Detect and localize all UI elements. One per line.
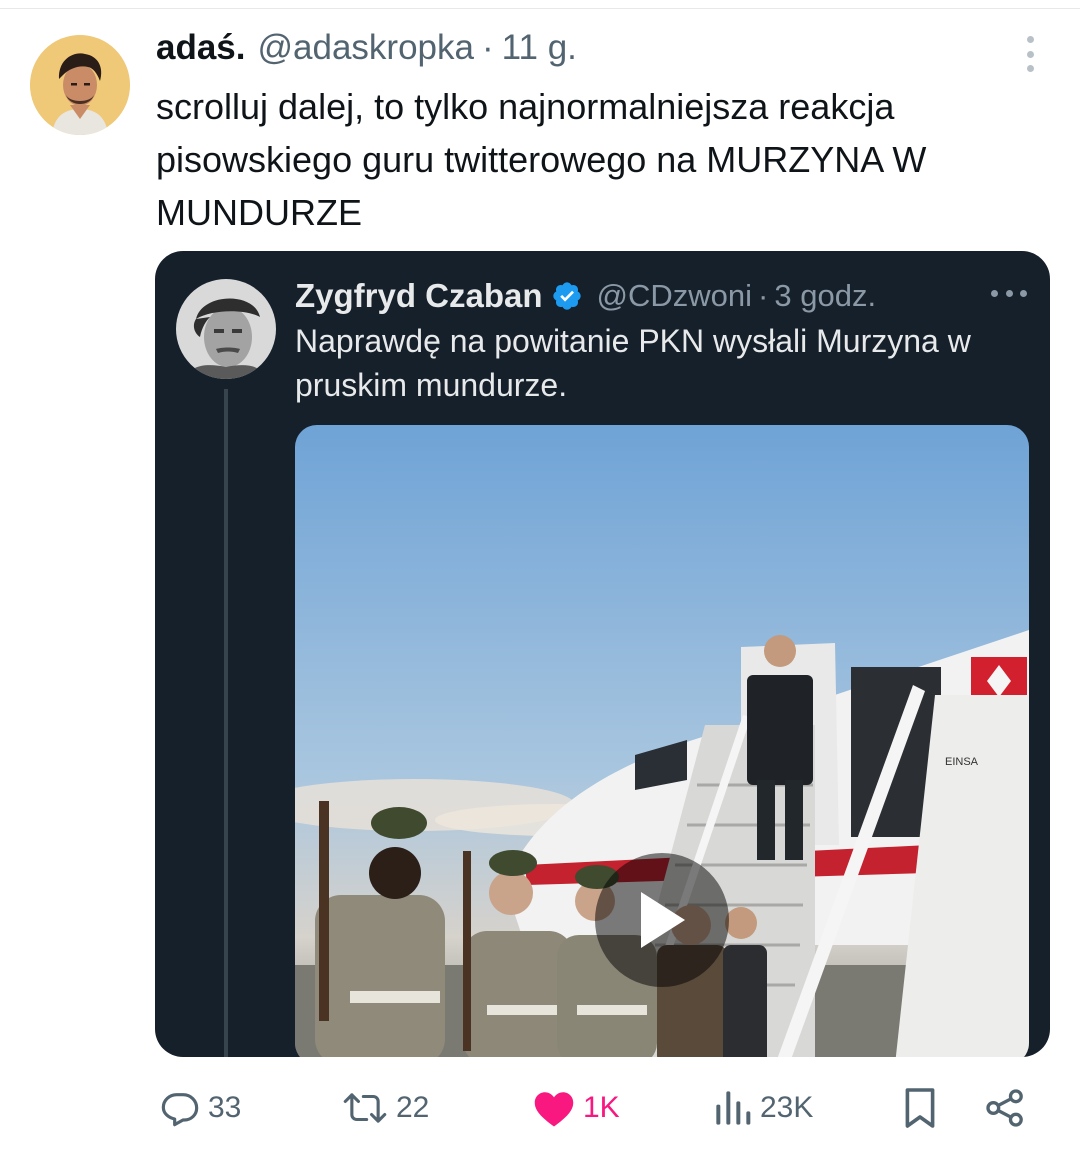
reply-icon — [161, 1093, 199, 1127]
quoted-tweet[interactable]: Zygfryd Czaban @CDzwoni · 3 godz. Napraw… — [155, 251, 1050, 1057]
tweet-header: adaś. @adaskropka · 11 g. — [156, 28, 577, 72]
quoted-timestamp[interactable]: 3 godz. — [774, 278, 876, 314]
like-button[interactable]: 1K — [533, 1082, 620, 1134]
tweet-text: scrolluj dalej, to tylko najnormalniejsz… — [156, 86, 927, 233]
retweet-icon — [343, 1093, 387, 1123]
verified-badge-icon — [552, 282, 581, 310]
retweet-button[interactable]: 22 — [342, 1082, 429, 1134]
share-button[interactable] — [985, 1082, 1025, 1134]
views-count: 23K — [760, 1091, 814, 1124]
user-handle[interactable]: @adaskropka — [258, 28, 474, 68]
quoted-avatar[interactable] — [176, 279, 276, 379]
like-count: 1K — [583, 1091, 620, 1124]
video-thumbnail[interactable]: EINSA — [295, 425, 1029, 1057]
timestamp[interactable]: 11 g. — [502, 28, 577, 68]
separator-dot: · — [481, 28, 494, 67]
retweet-count: 22 — [396, 1091, 430, 1124]
quoted-header: Zygfryd Czaban @CDzwoni · 3 godz. — [295, 275, 876, 317]
more-options-icon[interactable] — [1018, 36, 1042, 72]
quoted-display-name[interactable]: Zygfryd Czaban — [295, 277, 543, 315]
quoted-more-options-icon[interactable] — [991, 287, 1027, 299]
reply-count: 33 — [208, 1091, 242, 1124]
bookmark-icon — [905, 1088, 935, 1128]
share-icon — [986, 1089, 1023, 1127]
heart-icon — [534, 1092, 574, 1127]
quoted-tweet-text: Naprawdę na powitanie PKN wysłali Murzyn… — [295, 323, 971, 403]
top-divider — [0, 8, 1080, 9]
quoted-user-handle[interactable]: @CDzwoni — [597, 278, 753, 314]
action-bar: 33 22 1K 23K — [0, 1082, 1080, 1134]
views-chart-icon — [716, 1091, 751, 1125]
play-icon[interactable] — [595, 853, 729, 987]
quoted-separator-dot: · — [758, 278, 769, 313]
thread-line — [224, 389, 228, 1057]
avatar[interactable] — [30, 35, 130, 135]
views-button[interactable]: 23K — [714, 1082, 813, 1134]
reply-button[interactable]: 33 — [160, 1082, 241, 1134]
stair-sign-text: EINSA — [945, 756, 979, 768]
display-name[interactable]: adaś. — [156, 28, 246, 68]
bookmark-button[interactable] — [902, 1082, 938, 1134]
